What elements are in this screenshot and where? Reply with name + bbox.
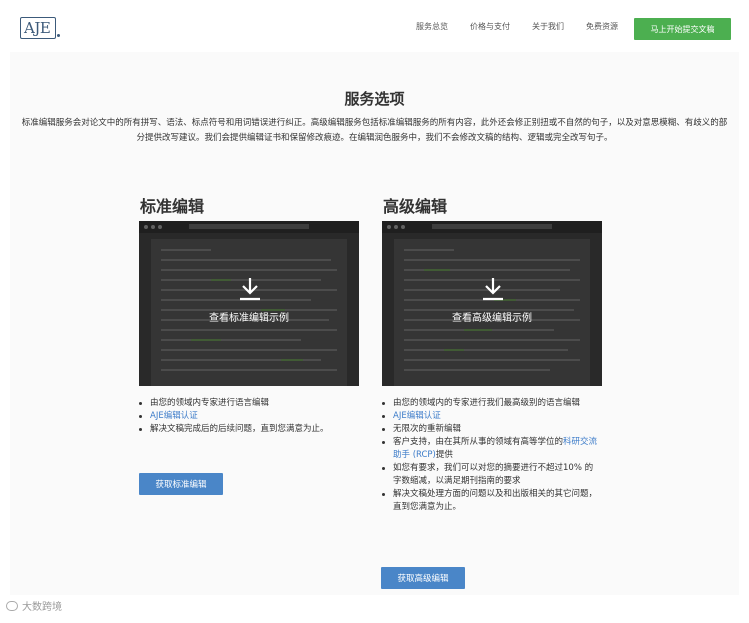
list-item: 由您的领域内的专家进行我们最高级别的语言编辑 [379,397,601,410]
list-item: 解决文稿完成后的后续问题，直到您满意为止。 [136,423,356,436]
logo-dot [57,34,60,37]
premium-features-list: 由您的领域内的专家进行我们最高级别的语言编辑 AJE编辑认证 无限次的重新编辑 … [379,397,601,514]
standard-sample-preview[interactable]: 查看标准编辑示例 [139,221,359,386]
premium-sample-preview[interactable]: 查看高级编辑示例 [382,221,602,386]
watermark-logo-icon [6,600,18,611]
list-item: 客户支持，由在其所从事的领域有高等学位的科研交流助手 (RCP)提供 [379,436,601,462]
service-description: 标准编辑服务会对论文中的所有拼写、语法、标点符号和用词错误进行纠正。高级编辑服务… [21,118,728,143]
premium-editing-title: 高级编辑 [383,197,448,216]
view-standard-sample-label: 查看标准编辑示例 [209,313,289,324]
download-icon [483,278,503,301]
main-nav: 服务总览 价格与支付 关于我们 免费资源 [416,21,640,32]
top-navigation-bar: AJE 服务总览 价格与支付 关于我们 免费资源 马上开始提交文稿 [0,0,749,52]
standard-features-list: 由您的领域内专家进行语言编辑 AJE编辑认证 解决文稿完成后的后续问题，直到您满… [136,397,356,436]
submit-manuscript-button[interactable]: 马上开始提交文稿 [634,18,731,40]
nav-pricing[interactable]: 价格与支付 [470,21,510,32]
view-premium-sample-label: 查看高级编辑示例 [452,313,532,324]
logo-frame: AJE [20,17,56,39]
nav-free-resources[interactable]: 免费资源 [586,21,618,32]
list-item: 如您有要求，我们可以对您的摘要进行不超过10% 的字数缩减，以满足期刊指南的要求 [379,462,601,488]
logo-text: AJE [24,19,51,37]
list-item: 无限次的重新编辑 [379,423,601,436]
aje-certificate-link[interactable]: AJE编辑认证 [136,410,356,423]
watermark: 大数跨境 [6,598,62,613]
nav-about[interactable]: 关于我们 [532,21,564,32]
download-icon [240,278,260,301]
get-standard-editing-button[interactable]: 获取标准编辑 [139,473,223,495]
page-title: 服务选项 [344,90,405,108]
aje-logo[interactable]: AJE [20,17,60,39]
get-premium-editing-button[interactable]: 获取高级编辑 [381,567,465,589]
watermark-text: 大数跨境 [22,602,62,613]
list-item: 由您的领域内专家进行语言编辑 [136,397,356,410]
nav-services-overview[interactable]: 服务总览 [416,21,448,32]
list-item: 解决文稿处理方面的问题以及和出版相关的其它问题，直到您满意为止。 [379,488,601,514]
standard-editing-title: 标准编辑 [140,197,205,216]
aje-certificate-link[interactable]: AJE编辑认证 [379,410,601,423]
